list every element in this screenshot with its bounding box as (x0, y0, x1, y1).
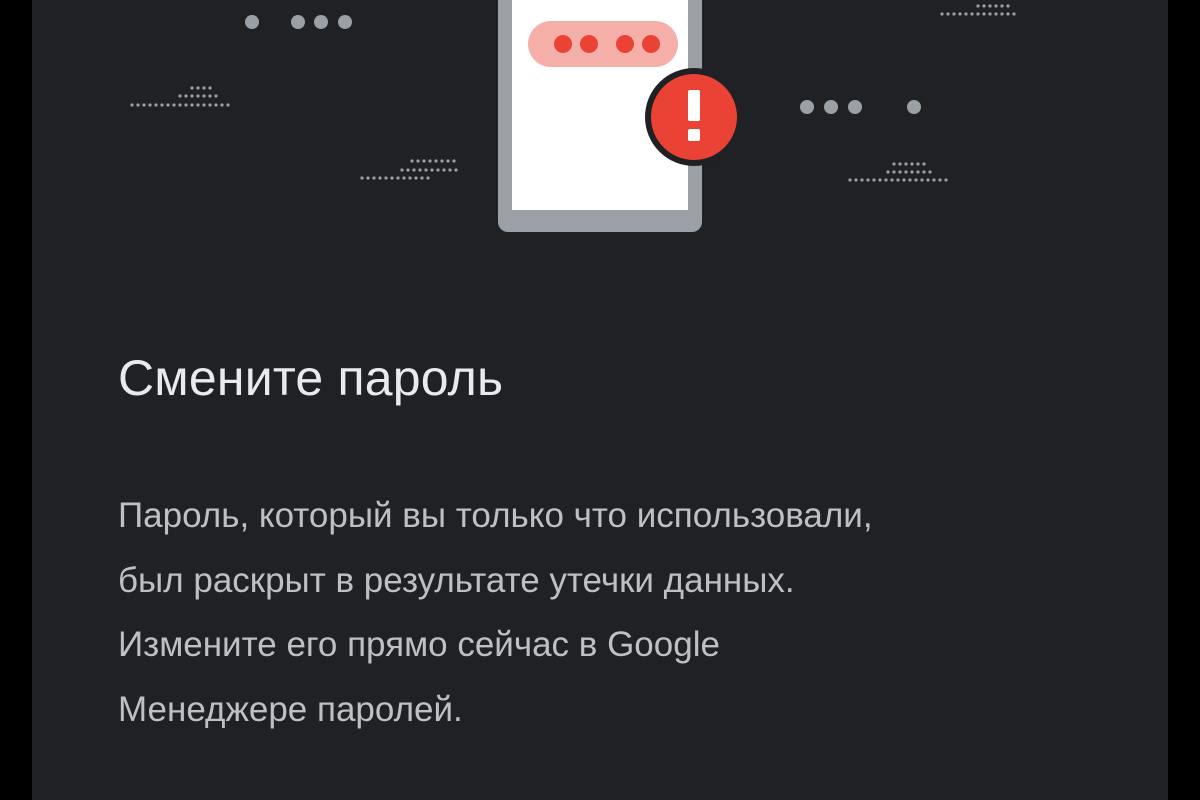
decorative-dotted-lines-mid-left (360, 159, 458, 180)
dialog-message-line: Пароль, который вы только что использова… (118, 496, 873, 535)
password-dots-icon (528, 21, 678, 67)
dialog-message: Пароль, который вы только что использова… (118, 484, 1018, 742)
decorative-dots-top-left (245, 15, 352, 29)
decorative-dotted-lines-right (848, 162, 948, 182)
exclamation-alert-icon (645, 68, 743, 166)
decorative-dotted-lines-left (130, 86, 230, 107)
leaked-password-illustration (130, 0, 1016, 232)
decorative-dots-right (800, 100, 921, 114)
screen: Смените пароль Пароль, который вы только… (0, 0, 1200, 800)
decorative-dotted-lines-top-right (940, 4, 1016, 16)
leaked-password-dialog: Смените пароль Пароль, который вы только… (32, 0, 1168, 800)
dialog-message-line: Измените его прямо сейчас в Google (118, 625, 720, 664)
dialog-message-line: был раскрыт в результате утечки данных. (118, 560, 795, 600)
hero-illustration (32, 0, 1168, 260)
dialog-title: Смените пароль (118, 350, 504, 406)
dialog-message-line: Менеджере паролей. (118, 689, 463, 729)
